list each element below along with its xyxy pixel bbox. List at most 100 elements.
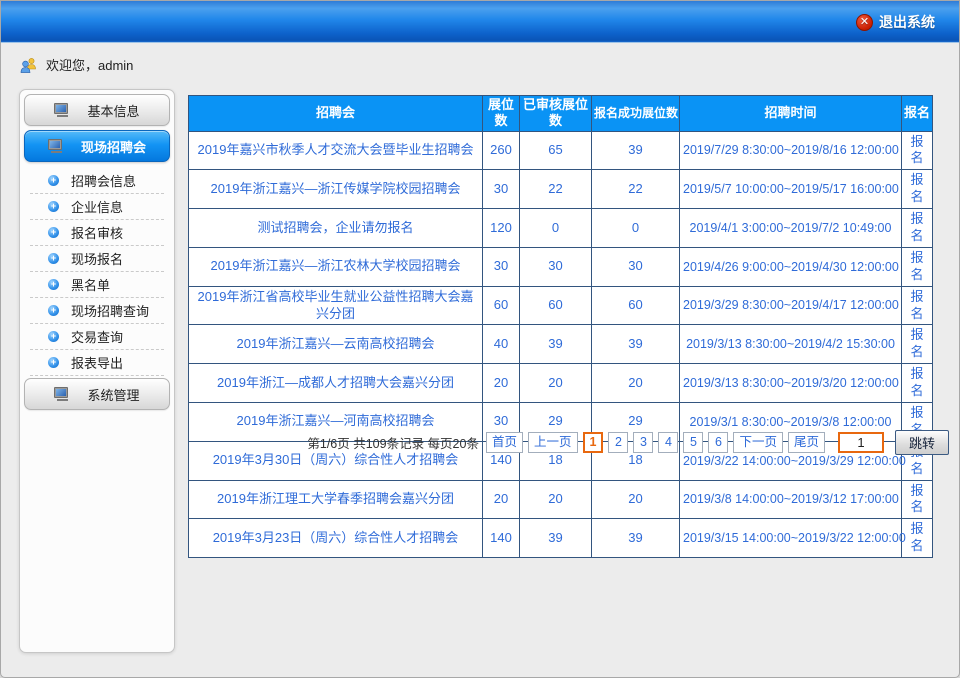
sidebar-sub-item[interactable]: + 报表导出 (30, 350, 164, 376)
col-header-time: 招聘时间 (680, 96, 902, 132)
register-link[interactable]: 报名 (910, 483, 923, 515)
fair-name-link[interactable]: 2019年浙江嘉兴—云南高校招聘会 (237, 336, 435, 351)
time-cell: 2019/3/15 14:00:00~2019/3/22 12:00:00 (680, 519, 902, 558)
reviewed-cell: 39 (520, 325, 592, 364)
register-link[interactable]: 报名 (910, 134, 923, 166)
fair-name-cell: 2019年嘉兴市秋季人才交流大会暨毕业生招聘会 (189, 131, 483, 170)
action-cell: 报名 (902, 131, 933, 170)
booths-cell: 140 (483, 519, 520, 558)
page-number-button[interactable]: 4 (658, 432, 678, 453)
reviewed-cell: 30 (520, 247, 592, 286)
page-number-button[interactable]: 1 (583, 432, 604, 453)
sidebar-item-label: 系统管理 (87, 385, 139, 404)
sidebar-sub-item[interactable]: + 交易查询 (30, 324, 164, 350)
time-cell: 2019/5/7 10:00:00~2019/5/17 16:00:00 (680, 170, 902, 209)
fair-name-cell: 2019年浙江省高校毕业生就业公益性招聘大会嘉兴分团 (189, 286, 483, 325)
plus-ball-icon: + (48, 175, 59, 186)
booths-cell: 60 (483, 286, 520, 325)
sidebar-sub-item[interactable]: + 现场报名 (30, 246, 164, 272)
fair-name-link[interactable]: 2019年嘉兴市秋季人才交流大会暨毕业生招聘会 (198, 142, 474, 157)
plus-ball-icon: + (48, 227, 59, 238)
computer-icon (54, 103, 71, 117)
sidebar-item-basic-info[interactable]: 基本信息 (24, 94, 170, 126)
booths-cell: 120 (483, 209, 520, 248)
logout-x-icon: ✕ (856, 14, 873, 31)
col-header-success: 报名成功展位数 (592, 96, 680, 132)
pagination-summary: 第1/6页 共109条记录 每页20条 (307, 433, 479, 452)
register-link[interactable]: 报名 (910, 327, 923, 359)
sidebar: 基本信息 现场招聘会 + 招聘会信息 + 企业信息 + 报名审核 (19, 89, 175, 653)
action-cell: 报名 (902, 480, 933, 519)
page-number-button[interactable]: 2 (608, 432, 628, 453)
fair-name-link[interactable]: 2019年浙江嘉兴—浙江传媒学院校园招聘会 (211, 181, 461, 196)
last-page-button[interactable]: 尾页 (788, 432, 825, 453)
top-bar: ✕ 退出系统 (1, 1, 959, 43)
sidebar-item-system-mgmt[interactable]: 系统管理 (24, 378, 170, 410)
booths-cell: 30 (483, 170, 520, 209)
sidebar-sub-menu: + 招聘会信息 + 企业信息 + 报名审核 + 现场报名 (24, 166, 170, 376)
sidebar-sub-item-label: 报表导出 (71, 353, 123, 372)
job-fair-table: 招聘会 展位数 已审核展位数 报名成功展位数 招聘时间 报名 2019年嘉兴市秋… (188, 95, 933, 558)
action-cell: 报名 (902, 209, 933, 248)
next-page-button[interactable]: 下一页 (733, 432, 783, 453)
fair-name-link[interactable]: 2019年浙江省高校毕业生就业公益性招聘大会嘉兴分团 (198, 289, 474, 321)
time-cell: 2019/4/26 9:00:00~2019/4/30 12:00:00 (680, 247, 902, 286)
plus-ball-icon: + (48, 357, 59, 368)
register-link[interactable]: 报名 (910, 250, 923, 282)
welcome-bar: 欢迎您，admin (19, 55, 133, 74)
logout-button[interactable]: ✕ 退出系统 (856, 12, 935, 32)
page-number-button[interactable]: 5 (683, 432, 703, 453)
register-link[interactable]: 报名 (910, 521, 923, 553)
computer-icon (54, 387, 71, 401)
page-number-button[interactable]: 6 (708, 432, 728, 453)
prev-page-button[interactable]: 上一页 (528, 432, 578, 453)
first-page-button[interactable]: 首页 (486, 432, 523, 453)
table-row: 2019年浙江理工大学春季招聘会嘉兴分团 20 20 20 2019/3/8 1… (189, 480, 933, 519)
sidebar-sub-item[interactable]: + 黑名单 (30, 272, 164, 298)
sidebar-item-onsite-job-fair[interactable]: 现场招聘会 (24, 130, 170, 162)
sidebar-sub-item-label: 招聘会信息 (71, 171, 136, 190)
reviewed-cell: 0 (520, 209, 592, 248)
register-link[interactable]: 报名 (910, 172, 923, 204)
success-cell: 22 (592, 170, 680, 209)
success-cell: 39 (592, 519, 680, 558)
users-icon (19, 57, 39, 73)
booths-cell: 40 (483, 325, 520, 364)
fair-name-link[interactable]: 2019年浙江嘉兴—浙江农林大学校园招聘会 (211, 258, 461, 273)
time-cell: 2019/7/29 8:30:00~2019/8/16 12:00:00 (680, 131, 902, 170)
register-link[interactable]: 报名 (910, 289, 923, 321)
reviewed-cell: 60 (520, 286, 592, 325)
table-row: 2019年浙江嘉兴—浙江农林大学校园招聘会 30 30 30 2019/4/26… (189, 247, 933, 286)
fair-name-link[interactable]: 2019年浙江理工大学春季招聘会嘉兴分团 (217, 491, 454, 506)
sidebar-sub-item-label: 黑名单 (71, 275, 110, 294)
booths-cell: 20 (483, 364, 520, 403)
fair-name-link[interactable]: 2019年浙江嘉兴—河南高校招聘会 (237, 413, 435, 428)
table-row: 2019年浙江嘉兴—云南高校招聘会 40 39 39 2019/3/13 8:3… (189, 325, 933, 364)
plus-ball-icon: + (48, 279, 59, 290)
fair-name-link[interactable]: 2019年3月23日（周六）综合性人才招聘会 (213, 530, 459, 545)
sidebar-sub-item-label: 现场招聘查询 (71, 301, 149, 320)
register-link[interactable]: 报名 (910, 366, 923, 398)
sidebar-sub-item[interactable]: + 招聘会信息 (30, 168, 164, 194)
page-number-button[interactable]: 3 (633, 432, 653, 453)
fair-name-link[interactable]: 2019年浙江—成都人才招聘大会嘉兴分团 (217, 375, 454, 390)
table-row: 2019年3月23日（周六）综合性人才招聘会 140 39 39 2019/3/… (189, 519, 933, 558)
sidebar-sub-item[interactable]: + 企业信息 (30, 194, 164, 220)
sidebar-sub-item-label: 报名审核 (71, 223, 123, 242)
action-cell: 报名 (902, 325, 933, 364)
action-cell: 报名 (902, 247, 933, 286)
jump-page-input[interactable] (838, 432, 884, 453)
action-cell: 报名 (902, 286, 933, 325)
success-cell: 39 (592, 325, 680, 364)
register-link[interactable]: 报名 (910, 211, 923, 243)
action-cell: 报名 (902, 170, 933, 209)
sidebar-sub-item[interactable]: + 报名审核 (30, 220, 164, 246)
reviewed-cell: 20 (520, 480, 592, 519)
jump-button[interactable]: 跳转 (895, 430, 949, 455)
time-cell: 2019/3/13 8:30:00~2019/4/2 15:30:00 (680, 325, 902, 364)
fair-name-link[interactable]: 测试招聘会，企业请勿报名 (257, 220, 413, 235)
success-cell: 60 (592, 286, 680, 325)
pagination-bar: 第1/6页 共109条记录 每页20条 首页 上一页 1 2 3 4 5 6 下… (307, 430, 949, 455)
sidebar-sub-item[interactable]: + 现场招聘查询 (30, 298, 164, 324)
fair-name-cell: 2019年浙江理工大学春季招聘会嘉兴分团 (189, 480, 483, 519)
